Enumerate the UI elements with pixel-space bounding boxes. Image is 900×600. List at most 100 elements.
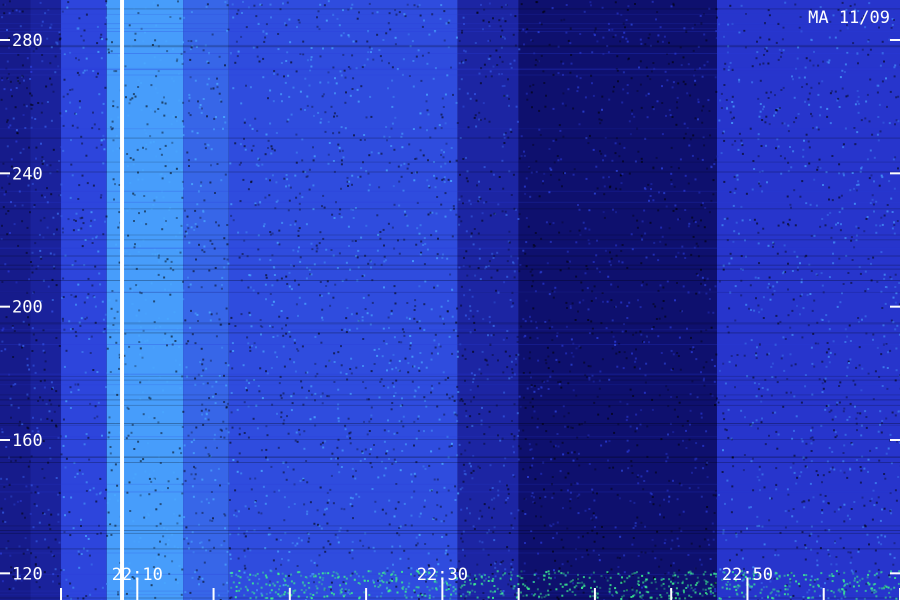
noise-speck xyxy=(630,460,633,463)
noise-speck xyxy=(864,117,867,120)
noise-speck xyxy=(516,335,519,338)
noise-speck xyxy=(822,387,825,390)
noise-speck xyxy=(636,226,639,229)
noise-speck xyxy=(458,62,461,65)
noise-speck xyxy=(757,97,760,100)
noise-speck xyxy=(580,281,583,284)
noise-speck xyxy=(62,149,65,152)
noise-speck xyxy=(250,488,253,491)
noise-speck xyxy=(187,286,190,289)
noise-speck xyxy=(700,371,702,374)
noise-speck xyxy=(195,258,197,261)
noise-speck xyxy=(440,149,443,152)
noise-speck xyxy=(464,358,467,360)
noise-speck xyxy=(455,36,458,39)
noise-speck xyxy=(838,257,841,260)
noise-speck xyxy=(625,19,628,21)
noise-speck xyxy=(205,549,208,552)
noise-speck xyxy=(144,470,147,473)
noise-speck xyxy=(231,3,234,6)
noise-speck xyxy=(442,253,444,256)
noise-speck xyxy=(412,260,414,263)
noise-speck xyxy=(456,385,459,388)
noise-speck xyxy=(815,273,818,276)
noise-speck xyxy=(361,319,364,322)
noise-speck xyxy=(21,204,24,207)
noise-speck xyxy=(865,217,868,220)
noise-speck xyxy=(793,429,795,432)
noise-speck xyxy=(205,5,208,8)
noise-speck xyxy=(269,325,271,327)
noise-speck xyxy=(246,576,249,579)
noise-speck xyxy=(889,553,892,556)
noise-speck xyxy=(324,130,327,133)
noise-speck xyxy=(133,448,136,450)
noise-speck xyxy=(413,179,416,182)
noise-speck xyxy=(748,307,750,310)
noise-speck xyxy=(366,312,369,315)
noise-speck xyxy=(69,89,72,91)
noise-speck xyxy=(644,188,647,191)
noise-speck xyxy=(828,554,831,557)
noise-speck xyxy=(552,222,555,225)
noise-speck xyxy=(826,115,829,118)
noise-speck xyxy=(44,360,47,363)
noise-speck xyxy=(142,413,145,416)
noise-speck xyxy=(124,351,126,353)
noise-speck xyxy=(186,223,189,226)
noise-speck xyxy=(379,380,382,383)
noise-speck xyxy=(321,205,323,208)
noise-speck xyxy=(541,380,544,383)
noise-speck xyxy=(509,62,512,65)
noise-speck xyxy=(549,240,552,243)
noise-speck xyxy=(261,397,264,400)
noise-speck xyxy=(306,95,309,98)
noise-speck xyxy=(503,281,506,284)
noise-speck xyxy=(759,36,762,39)
noise-speck xyxy=(110,118,113,121)
noise-speck xyxy=(773,577,776,580)
noise-speck xyxy=(463,256,465,259)
noise-speck xyxy=(60,215,63,218)
noise-speck xyxy=(762,227,765,230)
noise-speck xyxy=(575,241,578,244)
noise-speck xyxy=(276,199,279,202)
noise-speck xyxy=(849,358,852,361)
noise-speck xyxy=(51,299,54,301)
noise-speck xyxy=(596,337,599,339)
noise-speck xyxy=(565,352,568,355)
noise-speck xyxy=(423,430,425,433)
noise-speck xyxy=(610,568,613,571)
noise-speck xyxy=(552,445,555,448)
noise-speck xyxy=(262,485,265,488)
noise-speck xyxy=(622,88,625,91)
noise-speck xyxy=(155,508,158,511)
noise-speck xyxy=(373,444,375,446)
noise-speck xyxy=(304,109,306,111)
noise-speck xyxy=(170,260,173,263)
noise-speck xyxy=(690,336,692,339)
noise-speck xyxy=(86,316,88,319)
noise-speck xyxy=(531,106,533,109)
noise-speck xyxy=(245,231,248,234)
noise-speck xyxy=(154,327,157,330)
noise-speck xyxy=(333,381,336,383)
noise-speck xyxy=(483,117,486,120)
noise-speck xyxy=(385,126,388,128)
noise-speck xyxy=(460,537,463,540)
noise-speck xyxy=(434,186,437,189)
noise-speck xyxy=(538,109,541,112)
noise-speck xyxy=(6,60,9,63)
noise-speck xyxy=(731,498,733,501)
noise-speck xyxy=(321,308,324,311)
noise-speck xyxy=(545,94,547,97)
noise-speck xyxy=(344,76,347,79)
noise-speck xyxy=(803,139,805,142)
noise-speck xyxy=(697,486,700,489)
noise-speck xyxy=(25,485,28,488)
noise-speck xyxy=(718,119,721,122)
noise-speck xyxy=(34,556,37,559)
noise-speck xyxy=(69,101,72,104)
noise-speck xyxy=(842,410,845,413)
noise-speck xyxy=(657,209,660,212)
